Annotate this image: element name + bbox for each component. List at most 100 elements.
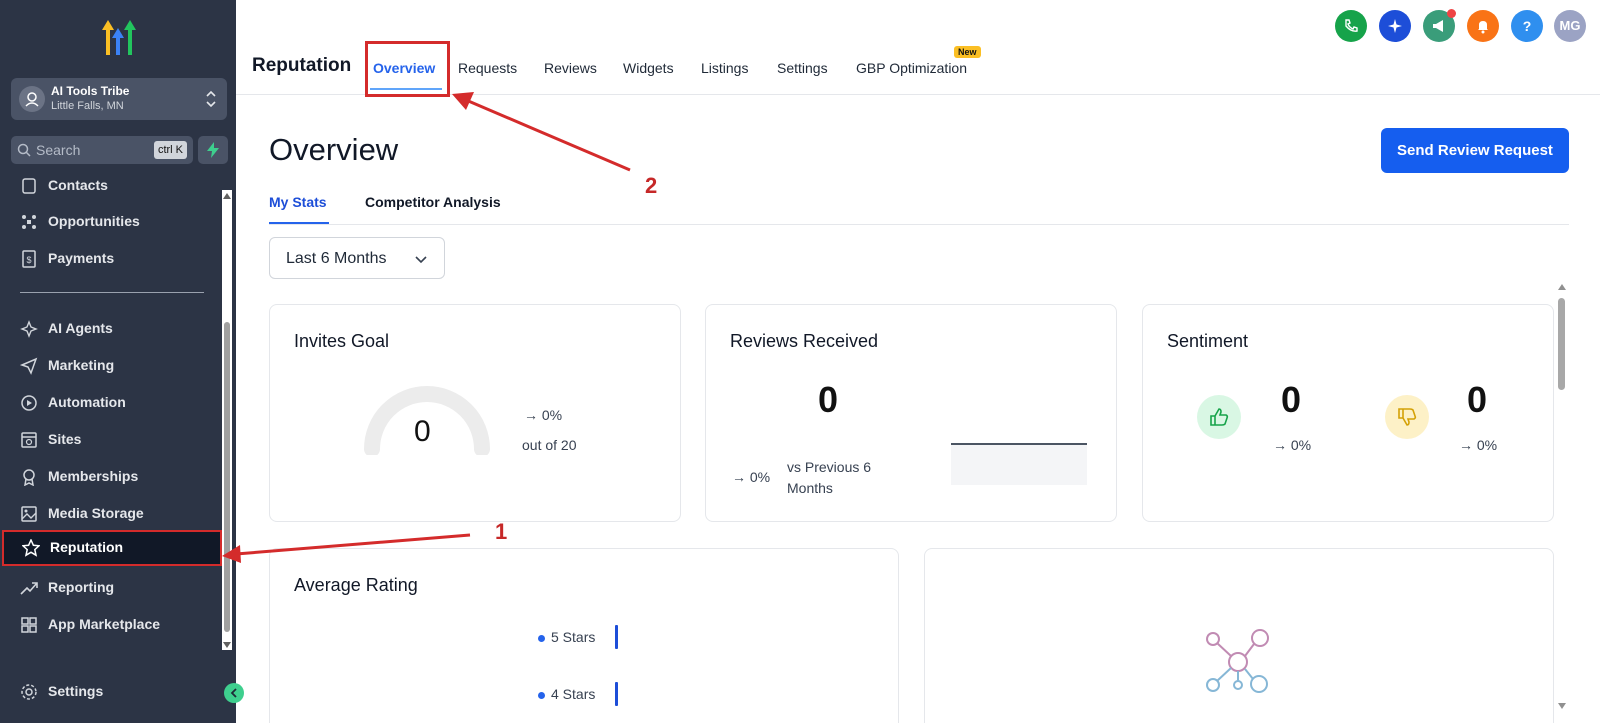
positive-sentiment-badge: [1197, 395, 1241, 439]
sidebar-item-contacts[interactable]: Contacts: [0, 174, 222, 204]
scroll-down-arrow-icon[interactable]: [1556, 701, 1568, 711]
positive-sentiment-trend: → 0%: [1273, 437, 1312, 453]
media-storage-icon: [21, 506, 37, 522]
tab-settings[interactable]: Settings: [777, 60, 828, 76]
svg-text:?: ?: [1523, 18, 1532, 34]
sparkle-icon: [1388, 19, 1402, 33]
tab-requests[interactable]: Requests: [458, 60, 517, 76]
sidebar-item-label: Automation: [48, 394, 126, 410]
sidebar-item-reputation[interactable]: Reputation: [2, 530, 222, 566]
app-logo-icon[interactable]: [98, 16, 142, 58]
notifications-button[interactable]: [1467, 10, 1499, 42]
account-name: AI Tools Tribe: [51, 84, 130, 98]
ai-agents-icon: [20, 320, 38, 338]
legend-dot: [538, 692, 545, 699]
card-title: Sentiment: [1167, 331, 1249, 351]
reviews-comparison-period: Months: [787, 480, 833, 496]
notification-dot: [1447, 9, 1456, 18]
sidebar-scrollbar-thumb[interactable]: [224, 322, 230, 632]
card-title: Reviews Received: [730, 331, 879, 351]
quick-action-button[interactable]: [198, 136, 228, 164]
page-title: Overview: [269, 132, 399, 167]
tab-gbp-optimization[interactable]: GBP Optimization: [856, 60, 967, 76]
phone-button[interactable]: [1335, 10, 1367, 42]
thumbs-up-icon: [1210, 408, 1229, 426]
sidebar-item-ai-agents[interactable]: AI Agents: [0, 311, 222, 347]
main-scrollbar[interactable]: [1554, 282, 1570, 713]
annotation-highlight-overview: [365, 41, 450, 97]
sidebar-item-label: Contacts: [48, 177, 108, 193]
active-subtab-indicator: [269, 222, 329, 224]
ai-assistant-button[interactable]: [1379, 10, 1411, 42]
memberships-icon: [23, 469, 35, 486]
app-marketplace-icon: [21, 617, 37, 633]
average-rating-card: Average Rating 5 Stars 4 Stars: [269, 548, 899, 723]
chevron-left-icon: [230, 688, 237, 698]
tab-widgets[interactable]: Widgets: [623, 60, 674, 76]
star-icon: [22, 539, 40, 557]
send-review-request-button[interactable]: Send Review Request: [1381, 128, 1569, 173]
sidebar-item-payments[interactable]: $ Payments: [0, 241, 222, 277]
sidebar-item-marketing[interactable]: Marketing: [0, 348, 222, 384]
sidebar-item-label: Media Storage: [48, 505, 144, 521]
thumbs-down-icon: [1398, 408, 1417, 426]
rating-label-5-stars: 5 Stars: [551, 629, 596, 645]
subtab-competitor-analysis[interactable]: Competitor Analysis: [365, 194, 501, 210]
sidebar-item-label: Settings: [48, 683, 104, 699]
search-placeholder: Search: [36, 142, 81, 158]
sidebar-item-app-marketplace[interactable]: App Marketplace: [0, 607, 222, 643]
date-range-select[interactable]: Last 6 Months: [269, 237, 445, 279]
sidebar-item-label: Payments: [48, 250, 115, 266]
annotation-number-1: 1: [495, 519, 508, 544]
question-mark-icon: ?: [1523, 18, 1532, 34]
tab-reviews[interactable]: Reviews: [544, 60, 597, 76]
sidebar-nav: Contacts Opportunities $ Payments AI Age…: [0, 174, 222, 652]
sentiment-card: Sentiment 0 → 0% 0 → 0%: [1142, 304, 1554, 522]
negative-sentiment-value: 0: [1467, 379, 1488, 420]
date-range-value: Last 6 Months: [286, 250, 387, 267]
annotation-number-2: 2: [645, 173, 658, 198]
sidebar-item-media-storage[interactable]: Media Storage: [0, 496, 222, 532]
reviews-received-card: Reviews Received 0 → 0% vs Previous 6 Mo…: [705, 304, 1117, 522]
sidebar-item-automation[interactable]: Automation: [0, 385, 222, 421]
positive-sentiment-value: 0: [1281, 379, 1302, 420]
automation-icon: [21, 395, 37, 411]
location-pin-icon: [25, 92, 39, 107]
account-switcher[interactable]: AI Tools Tribe Little Falls, MN: [11, 78, 227, 120]
sidebar-divider: [20, 292, 204, 293]
svg-text:$: $: [26, 255, 31, 265]
sidebar-item-memberships[interactable]: Memberships: [0, 459, 222, 495]
new-badge: New: [954, 46, 981, 58]
invites-value: 0: [414, 415, 431, 448]
invites-out-of: out of 20: [522, 437, 577, 453]
invites-trend: → 0%: [524, 407, 563, 423]
sidebar-item-settings[interactable]: Settings: [0, 674, 222, 710]
scroll-up-arrow-icon[interactable]: [1556, 282, 1568, 292]
sidebar: AI Tools Tribe Little Falls, MN Search c…: [0, 0, 244, 723]
sidebar-item-label: AI Agents: [48, 320, 113, 336]
user-avatar[interactable]: MG: [1554, 10, 1586, 42]
reporting-icon: [20, 582, 38, 595]
network-nodes-icon: [1206, 629, 1269, 693]
tab-listings[interactable]: Listings: [701, 60, 748, 76]
account-avatar: [19, 86, 45, 112]
bell-icon: [1478, 21, 1488, 34]
sidebar-item-reporting[interactable]: Reporting: [0, 570, 222, 606]
scroll-up-arrow-icon[interactable]: [222, 192, 232, 200]
account-location: Little Falls, MN: [51, 100, 124, 112]
sidebar-item-sites[interactable]: Sites: [0, 422, 222, 458]
search-input[interactable]: Search ctrl K: [11, 136, 193, 164]
chevron-up-down-icon: [206, 90, 216, 108]
search-icon: [17, 143, 31, 157]
sidebar-item-opportunities[interactable]: Opportunities: [0, 204, 222, 240]
marketing-icon: [20, 357, 38, 375]
scroll-down-arrow-icon[interactable]: [222, 641, 232, 649]
sidebar-scrollbar[interactable]: [222, 190, 232, 650]
subtab-my-stats[interactable]: My Stats: [269, 194, 327, 210]
card-title: Invites Goal: [294, 331, 390, 351]
main-scrollbar-thumb[interactable]: [1558, 298, 1565, 390]
help-button[interactable]: ?: [1511, 10, 1543, 42]
collapse-sidebar-button[interactable]: [224, 683, 244, 703]
megaphone-icon: [1433, 20, 1443, 32]
payments-icon: $: [22, 250, 36, 268]
